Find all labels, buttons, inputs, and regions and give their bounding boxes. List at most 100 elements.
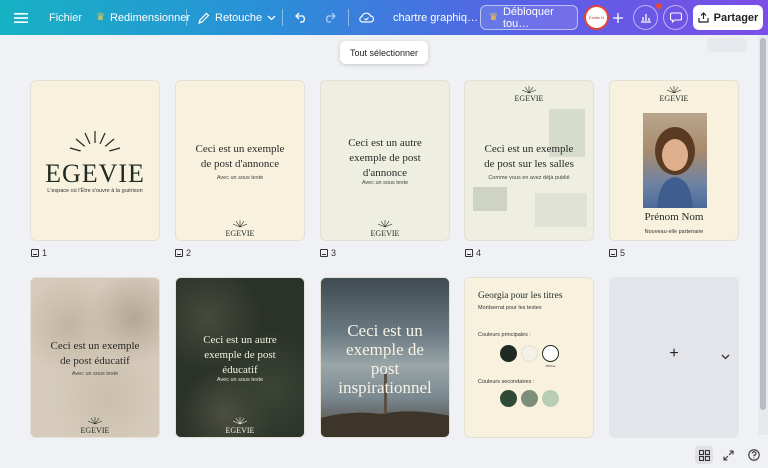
page-note-icon (609, 249, 617, 257)
toolbar-divider (348, 9, 349, 26)
page-number-3: 3 (320, 248, 336, 258)
color-swatch (500, 345, 517, 362)
plus-icon: + (669, 345, 679, 362)
resize-button[interactable]: ♛ Redimensionner (96, 0, 190, 35)
page-thumbnail-9[interactable]: Georgia pour les titres Montserrat pour … (464, 277, 594, 438)
undo-button[interactable] (295, 0, 308, 35)
share-upload-icon (698, 12, 709, 23)
hamburger-menu-icon (14, 12, 28, 23)
page-thumbnail-5[interactable]: EGEVIE Prénom Nom Nouveau·elle partenair… (609, 80, 739, 241)
bar-chart-icon (640, 14, 651, 23)
post-title: Ceci est un exemple de post éducatif (31, 339, 159, 369)
scrollbar-thumb[interactable] (760, 38, 766, 410)
page-note-icon (465, 249, 473, 257)
toolbar-divider (282, 9, 283, 26)
undo-icon (295, 12, 305, 23)
room-photo (535, 193, 587, 227)
plus-icon (612, 12, 623, 23)
page-number-text: 4 (476, 248, 482, 258)
post-title-line: Ceci est un exemple (50, 340, 140, 352)
post-title-line: Ceci est un exemple (484, 143, 574, 155)
swatch-caption: #f8f1de (545, 364, 556, 368)
color-swatch (500, 390, 517, 407)
fullscreen-button[interactable] (719, 446, 737, 464)
page-thumbnail-6[interactable]: Ceci est un exemple de post éducatif Ave… (30, 277, 160, 438)
page-thumbnail-3[interactable]: Ceci est un autre exemple de post d'anno… (320, 80, 450, 241)
brand-wordmark: EGEVIE (225, 229, 255, 238)
page-number-text: 5 (620, 248, 626, 258)
chevron-down-icon[interactable] (721, 354, 730, 360)
brand-wordmark: EGEVIE (659, 94, 689, 103)
brand-wordmark: EGEVIE (45, 159, 145, 188)
add-page-button[interactable]: + (609, 277, 739, 438)
notification-dot (656, 3, 662, 9)
post-title-line: exemple de post (204, 349, 276, 361)
portrait-photo (643, 113, 707, 208)
post-subtitle: Avec un sous texte (361, 180, 409, 186)
page-number-text: 1 (42, 248, 48, 258)
top-toolbar: Fichier ♛ Redimensionner Retouche chartr… (0, 0, 768, 35)
help-button[interactable] (745, 446, 763, 464)
document-title[interactable]: chartre graphiq… (393, 0, 478, 35)
page-number-text: 3 (331, 248, 337, 258)
partner-name: Prénom Nom (644, 211, 704, 223)
grid-options-button[interactable] (707, 38, 747, 52)
post-title-line: Ceci est un autre (348, 137, 422, 149)
post-title-line: exemple de (346, 340, 424, 359)
grid-view-button[interactable] (695, 446, 713, 464)
grid-icon (698, 449, 710, 461)
insights-button[interactable] (633, 5, 658, 30)
unlock-label: Débloquer tou… (502, 5, 554, 30)
page-note-icon (31, 249, 39, 257)
post-subtitle: Comme vous en avez déjà publié (488, 175, 570, 181)
page-number-text: 2 (186, 248, 192, 258)
room-photo (473, 187, 507, 211)
page-note-icon (175, 249, 183, 257)
partner-role: Nouveau·elle partenaire (644, 229, 704, 235)
redo-button[interactable] (323, 0, 336, 35)
add-collaborator-button[interactable] (605, 5, 630, 30)
secondary-colors-label: Couleurs secondaires : (478, 379, 535, 385)
post-title-line: post (370, 359, 400, 378)
small-sunburst-icon (666, 86, 682, 94)
select-all-tooltip: Tout sélectionner (340, 41, 428, 64)
file-menu-label: Fichier (49, 11, 83, 24)
retouch-label: Retouche (215, 11, 263, 24)
small-sunburst-icon (232, 220, 248, 228)
brand-wordmark: EGEVIE (225, 426, 255, 435)
main-colors-label: Couleurs principales : (478, 332, 531, 338)
post-subtitle: Avec un sous texte (216, 377, 264, 383)
sunburst-logo-icon (69, 131, 121, 157)
unlock-all-button[interactable]: ♛ Débloquer tou… (480, 5, 578, 30)
color-swatch (521, 390, 538, 407)
page-thumbnail-8[interactable]: Ceci est un exemple de post inspirationn… (320, 277, 450, 438)
document-title-text: chartre graphiq… (393, 11, 478, 24)
file-menu-button[interactable]: Fichier (49, 0, 82, 35)
person-silhouette-icon (655, 127, 695, 208)
crown-icon: ♛ (489, 12, 498, 23)
post-title-line: de post éducatif (60, 355, 130, 367)
comments-button[interactable] (663, 5, 688, 30)
retouch-button[interactable]: Retouche (198, 0, 276, 35)
share-button[interactable]: Partager (693, 5, 763, 30)
color-swatch (521, 345, 538, 362)
post-title-line: Ceci est un exemple (195, 143, 285, 155)
page-thumbnail-7[interactable]: Ceci est un autre exemple de post éducat… (175, 277, 305, 438)
share-label: Partager (713, 11, 759, 24)
page-thumbnail-4[interactable]: EGEVIE Ceci est un exemple de post sur l… (464, 80, 594, 241)
page-thumbnail-2[interactable]: Ceci est un exemple de post d'annonce Av… (175, 80, 305, 241)
small-sunburst-icon (87, 417, 103, 425)
post-title-line: de post d'annonce (200, 158, 280, 170)
post-title: Ceci est un exemple de post inspirationn… (321, 321, 449, 397)
small-sunburst-icon (232, 417, 248, 425)
menu-button[interactable] (14, 0, 28, 35)
post-title: Ceci est un exemple de post sur les sall… (465, 142, 593, 172)
cloud-save-button[interactable] (359, 0, 374, 35)
post-title-line: Ceci est un (347, 321, 423, 340)
style-subheading: Montserrat pour les textes (478, 305, 542, 311)
expand-icon (722, 449, 734, 461)
toolbar-divider (186, 9, 187, 26)
resize-label: Redimensionner (109, 11, 191, 24)
page-thumbnail-1[interactable]: EGEVIE L'espace où l'Être s'ouvre à la g… (30, 80, 160, 241)
crown-icon: ♛ (96, 12, 105, 23)
